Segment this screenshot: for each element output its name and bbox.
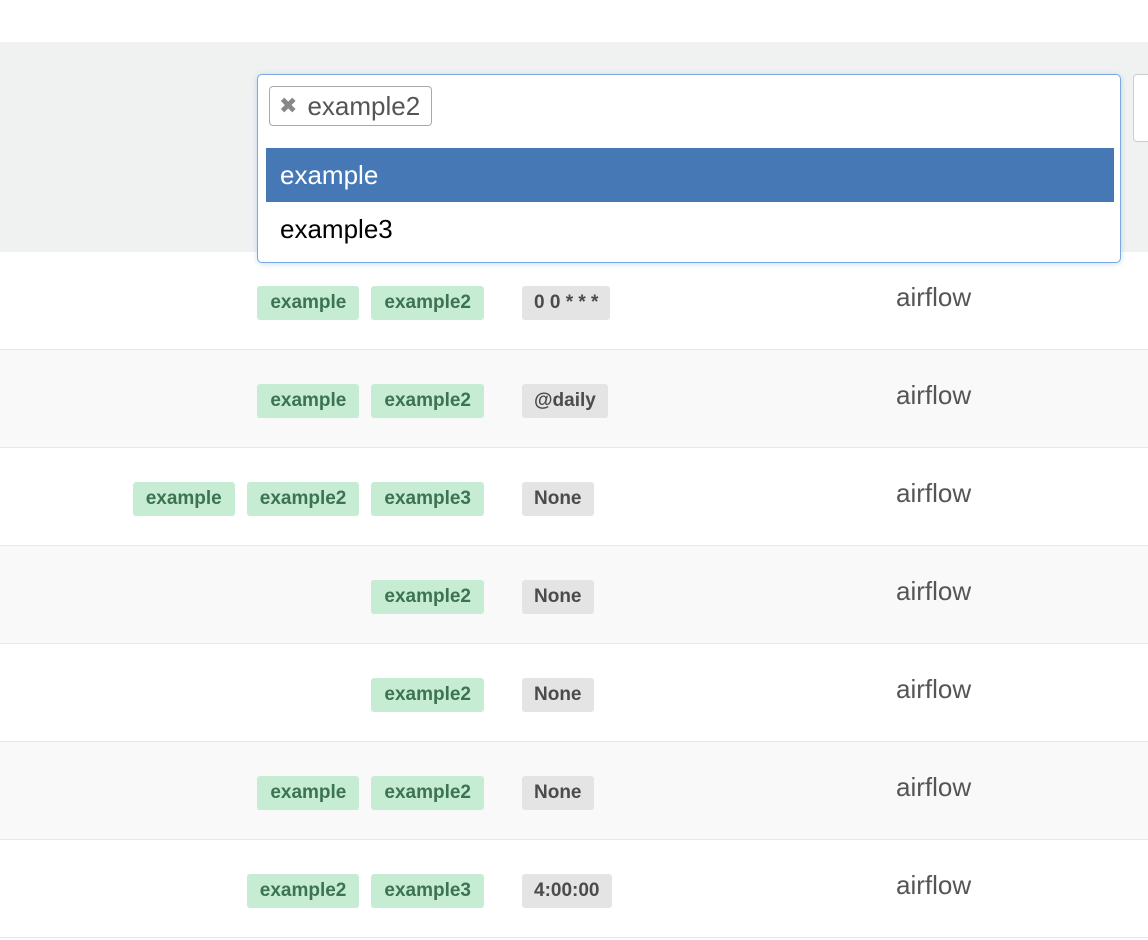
tag-option[interactable]: example — [266, 148, 1114, 202]
table-row: example example2 0 0 * * * airflow — [0, 252, 1148, 350]
tags-cell: example example2 — [257, 776, 484, 810]
remove-tag-icon[interactable]: ✖ — [279, 93, 297, 119]
schedule-badge: 0 0 * * * — [522, 286, 611, 320]
owner-text: airflow — [896, 772, 972, 802]
tag-badge[interactable]: example2 — [246, 482, 360, 516]
selected-tag-label: example2 — [307, 90, 421, 121]
schedule-badge: @daily — [522, 384, 608, 418]
tags-cell: example example2 — [257, 384, 484, 418]
owner-text: airflow — [896, 870, 972, 900]
tag-option[interactable]: example3 — [266, 202, 1114, 256]
tag-search-input[interactable] — [448, 87, 1092, 127]
tag-badge[interactable]: example — [132, 482, 235, 516]
tag-badge[interactable]: example — [257, 286, 360, 320]
owner-text: airflow — [896, 282, 972, 312]
owner-text: airflow — [896, 478, 972, 508]
tags-cell: example example2 example3 — [132, 482, 484, 516]
tag-badge[interactable]: example3 — [371, 482, 484, 516]
tags-cell: example example2 — [257, 286, 484, 320]
tag-badge[interactable]: example — [257, 776, 360, 810]
tag-badge[interactable]: example2 — [371, 384, 484, 418]
owner-text: airflow — [896, 674, 972, 704]
table-row: example2 example3 4:00:00 airflow — [0, 840, 1148, 938]
table-row: example example2 example3 None airflow — [0, 448, 1148, 546]
owner-text: airflow — [896, 576, 972, 606]
schedule-badge: 4:00:00 — [522, 874, 612, 908]
dag-table: example example2 0 0 * * * airflow examp… — [0, 252, 1148, 938]
schedule-badge: None — [522, 776, 594, 810]
table-row: example example2 None airflow — [0, 742, 1148, 840]
selected-tag-chip: ✖ example2 — [269, 86, 433, 126]
schedule-badge: None — [522, 482, 594, 516]
tag-badge[interactable]: example2 — [371, 776, 484, 810]
tag-badge[interactable]: example2 — [371, 678, 484, 712]
table-row: example2 None airflow — [0, 546, 1148, 644]
tag-filter-select[interactable]: ✖ example2 example example3 — [257, 74, 1121, 263]
tag-badge[interactable]: example2 — [246, 874, 360, 908]
tag-options-list: example example3 — [266, 148, 1114, 256]
dags-page: example example2 0 0 * * * airflow examp… — [0, 0, 1148, 940]
tags-cell: example2 example3 — [246, 874, 484, 908]
tag-badge[interactable]: example2 — [371, 580, 484, 614]
tag-badge[interactable]: example — [257, 384, 360, 418]
tag-badge[interactable]: example3 — [371, 874, 484, 908]
table-row: example example2 @daily airflow — [0, 350, 1148, 448]
schedule-badge: None — [522, 678, 594, 712]
tag-badge[interactable]: example2 — [371, 286, 484, 320]
owner-text: airflow — [896, 380, 972, 410]
schedule-badge: None — [522, 580, 594, 614]
tags-cell: example2 — [371, 580, 484, 614]
status-filter-control[interactable] — [1133, 74, 1148, 142]
tags-cell: example2 — [371, 678, 484, 712]
table-row: example2 None airflow — [0, 644, 1148, 742]
